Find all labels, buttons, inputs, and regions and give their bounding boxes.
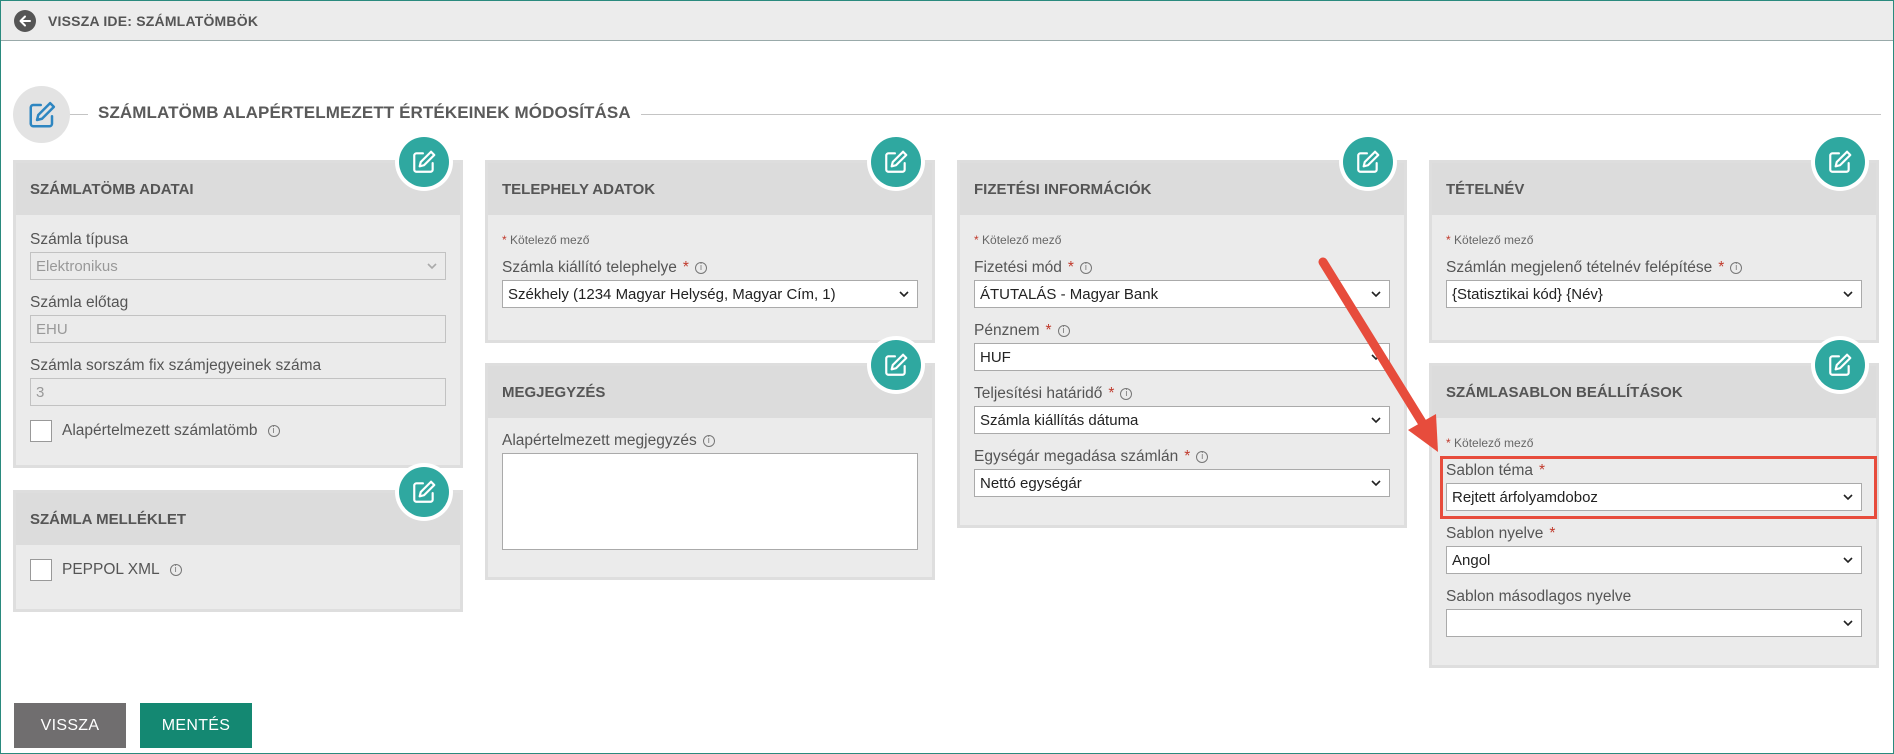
payment-method-label: Fizetési mód * i [974, 259, 1390, 277]
edit-template-button[interactable] [1811, 336, 1869, 394]
fixed-digits-field: 3 [30, 378, 446, 406]
chevron-down-icon [1371, 291, 1381, 298]
info-icon[interactable]: i [694, 262, 707, 274]
chevron-down-icon [899, 291, 909, 298]
default-block-label: Alapértelmezett számlatömb [62, 422, 258, 439]
required-note: * Kötelező mező [974, 233, 1062, 247]
chevron-down-icon [427, 263, 437, 270]
template-language-select[interactable]: Angol [1446, 546, 1862, 574]
edit-icon [871, 137, 921, 187]
edit-icon [871, 340, 921, 390]
payment-method-select[interactable]: ÁTUTALÁS - Magyar Bank [974, 280, 1390, 308]
chevron-down-icon [1371, 480, 1381, 487]
invoice-prefix-label: Számla előtag [30, 294, 129, 311]
panel-note: MEGJEGYZÉS Alapértelmezett megjegyzés i [485, 363, 935, 580]
currency-select[interactable]: HUF [974, 343, 1390, 371]
invoice-prefix-field: EHU [30, 315, 446, 343]
currency-label: Pénznem * i [974, 322, 1390, 340]
edit-item-name-button[interactable] [1811, 133, 1869, 191]
edit-icon [13, 86, 70, 143]
fulfillment-deadline-select[interactable]: Számla kiállítás dátuma [974, 406, 1390, 434]
info-icon[interactable]: i [1730, 262, 1743, 274]
annotation-highlight-box [1440, 456, 1877, 519]
fulfillment-deadline-label: Teljesítési határidő * i [974, 385, 1390, 403]
edit-icon [399, 467, 449, 517]
unit-price-label: Egységár megadása számlán * i [974, 448, 1390, 466]
default-block-checkbox[interactable] [30, 420, 52, 442]
chevron-down-icon [1843, 557, 1853, 564]
invoice-type-label: Számla típusa [30, 231, 129, 248]
edit-site-button[interactable] [867, 133, 925, 191]
required-note: * Kötelező mező [1446, 233, 1534, 247]
panel-invoice-block-data: SZÁMLATÖMB ADATAI Számla típusa Elektron… [13, 160, 463, 468]
panel-title: SZÁMLASABLON BEÁLLÍTÁSOK [1432, 366, 1876, 418]
info-icon[interactable]: i [169, 564, 182, 576]
default-note-label: Alapértelmezett megjegyzés i [502, 432, 918, 450]
panel-invoice-attachment: SZÁMLA MELLÉKLET PEPPOL XML i [13, 490, 463, 612]
required-note: * Kötelező mező [502, 233, 590, 247]
required-note: * Kötelező mező [1446, 436, 1534, 450]
page-heading: SZÁMLATÖMB ALAPÉRTELMEZETT ÉRTÉKEINEK MÓ… [13, 86, 1881, 143]
panel-title: FIZETÉSI INFORMÁCIÓK [960, 163, 1404, 215]
fixed-digits-label: Számla sorszám fix számjegyeinek száma [30, 357, 322, 374]
template-language-label: Sablon nyelve * [1446, 525, 1556, 542]
back-to-invoice-blocks-bar[interactable]: VISSZA IDE: SZÁMLATÖMBÖK [1, 1, 1893, 41]
template-secondary-language-label: Sablon másodlagos nyelve [1446, 588, 1632, 605]
info-icon[interactable]: i [1057, 325, 1070, 337]
info-icon[interactable]: i [1196, 451, 1209, 463]
invoice-type-select: Elektronikus [30, 252, 446, 280]
panel-title: SZÁMLA MELLÉKLET [16, 493, 460, 545]
default-block-row: Alapértelmezett számlatömb i [30, 420, 446, 442]
default-note-textarea[interactable] [502, 453, 918, 550]
panel-payment-info: FIZETÉSI INFORMÁCIÓK * Kötelező mező Fiz… [957, 160, 1407, 528]
back-link-label[interactable]: VISSZA IDE: SZÁMLATÖMBÖK [48, 13, 258, 29]
panel-title: MEGJEGYZÉS [488, 366, 932, 418]
edit-icon [399, 137, 449, 187]
info-icon[interactable]: i [1079, 262, 1092, 274]
item-name-structure-select[interactable]: {Statisztikai kód} {Név} [1446, 280, 1862, 308]
edit-attachment-button[interactable] [395, 463, 453, 521]
page-title: SZÁMLATÖMB ALAPÉRTELMEZETT ÉRTÉKEINEK MÓ… [88, 103, 641, 123]
chevron-down-icon [1843, 291, 1853, 298]
chevron-down-icon [1371, 417, 1381, 424]
panel-title: TELEPHELY ADATOK [488, 163, 932, 215]
info-icon[interactable]: i [267, 425, 280, 437]
panel-item-name: TÉTELNÉV * Kötelező mező Számlán megjele… [1429, 160, 1879, 343]
item-name-structure-label: Számlán megjelenő tételnév felépítése * i [1446, 259, 1862, 277]
panel-title: TÉTELNÉV [1432, 163, 1876, 215]
chevron-down-icon [1843, 620, 1853, 627]
panel-title: SZÁMLATÖMB ADATAI [16, 163, 460, 215]
edit-block-data-button[interactable] [395, 133, 453, 191]
info-icon[interactable]: i [1120, 388, 1133, 400]
edit-note-button[interactable] [867, 336, 925, 394]
chevron-down-icon [1371, 354, 1381, 361]
edit-icon [1815, 340, 1865, 390]
peppol-row: PEPPOL XML i [30, 559, 446, 581]
issuer-site-label: Számla kiállító telephelye * i [502, 259, 918, 277]
back-button[interactable]: VISSZA [14, 703, 126, 748]
template-secondary-language-select[interactable] [1446, 609, 1862, 637]
save-button[interactable]: MENTÉS [140, 703, 252, 748]
edit-icon [1815, 137, 1865, 187]
peppol-xml-checkbox[interactable] [30, 559, 52, 581]
back-arrow-icon[interactable] [14, 9, 36, 32]
info-icon[interactable]: i [702, 435, 715, 447]
unit-price-select[interactable]: Nettó egységár [974, 469, 1390, 497]
edit-icon [1343, 137, 1393, 187]
panel-site-data: TELEPHELY ADATOK * Kötelező mező Számla … [485, 160, 935, 343]
issuer-site-select[interactable]: Székhely (1234 Magyar Helység, Magyar Cí… [502, 280, 918, 308]
edit-payment-button[interactable] [1339, 133, 1397, 191]
peppol-xml-label: PEPPOL XML [62, 561, 160, 578]
